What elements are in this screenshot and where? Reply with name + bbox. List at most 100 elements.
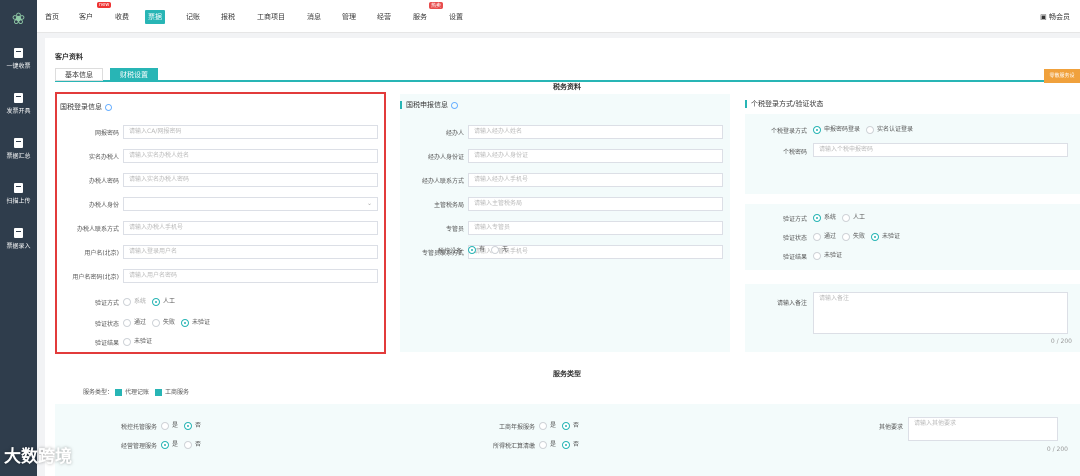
declare-input[interactable]: 请输入经办人姓名 xyxy=(468,125,723,139)
help-icon[interactable] xyxy=(105,103,112,111)
radio-option[interactable] xyxy=(152,297,161,306)
verify-result-value: 未验证 xyxy=(123,336,152,346)
login-label: 用户名密码(北京) xyxy=(72,274,119,281)
sidebar-item-scan-upload[interactable]: 扫描上传 xyxy=(0,171,37,216)
verify-method-label: 验证方式 xyxy=(94,300,119,307)
radio-option[interactable] xyxy=(539,421,547,430)
declare-input[interactable]: 请输入专管员 xyxy=(468,221,723,235)
tab-tax-settings[interactable]: 财税设置 xyxy=(110,68,158,81)
document-icon xyxy=(14,92,23,103)
income-tax-settlement-radio[interactable]: 是否 xyxy=(539,439,585,449)
login-input[interactable]: ⌄ xyxy=(123,197,378,211)
annual-report-service-radio[interactable]: 是否 xyxy=(539,420,585,430)
radio-option[interactable] xyxy=(161,421,169,430)
login-input[interactable]: 请输入实名办税人密码 xyxy=(123,173,378,187)
declare-input[interactable]: 请输入经办人身份证 xyxy=(468,149,723,163)
other-requirements-textarea[interactable]: 请输入其他要求 xyxy=(908,417,1058,441)
nav-home[interactable]: 首页 xyxy=(45,12,59,22)
radio-option[interactable] xyxy=(161,440,169,449)
radio-option[interactable] xyxy=(123,297,131,306)
watermark: 大数跨境 xyxy=(4,447,72,467)
app-logo[interactable]: ❀ xyxy=(0,0,37,36)
nav-services[interactable]: 服务 xyxy=(413,12,427,22)
radio-option[interactable] xyxy=(184,421,193,430)
nav-clients[interactable]: 客户 xyxy=(79,12,93,22)
radio-option[interactable] xyxy=(184,440,193,449)
personal-verify-status-radio[interactable]: 通过 失败 未验证 xyxy=(813,231,906,241)
sidebar-item-bill-entry[interactable]: 票据录入 xyxy=(0,216,37,261)
nav-messages[interactable]: 消息 xyxy=(307,12,321,22)
radio-option[interactable] xyxy=(152,318,161,327)
login-input[interactable]: 请输入用户名密码 xyxy=(123,269,378,283)
sidebar-item-invoice-issue[interactable]: 发票开具 xyxy=(0,81,37,126)
personal-password-label: 个税密码 xyxy=(782,149,807,156)
radio-option[interactable] xyxy=(562,421,571,430)
verify-status-radio[interactable]: 通过 失败 未验证 xyxy=(123,317,216,327)
personal-password-input[interactable]: 请输入个税申报密码 xyxy=(813,143,1068,157)
personal-panel-title: 个税登录方式/验证状态 xyxy=(745,99,823,109)
radio-option[interactable] xyxy=(842,232,851,241)
radio-option[interactable] xyxy=(871,232,880,241)
nav-bookkeeping[interactable]: 记账 xyxy=(186,12,200,22)
radio-option[interactable] xyxy=(866,125,875,134)
nav-bills[interactable]: 票据 xyxy=(145,10,165,24)
help-icon[interactable] xyxy=(451,101,458,109)
checkbox-bookkeeping[interactable] xyxy=(114,389,122,396)
declare-label: 专管员 xyxy=(445,226,464,233)
personal-verify-method-radio[interactable]: 系统 人工 xyxy=(813,212,871,222)
radio-option[interactable] xyxy=(491,245,500,254)
nav-operations[interactable]: 经营 xyxy=(377,12,391,22)
tax-section-title: 税务资料 xyxy=(553,83,581,91)
nav-tax[interactable]: 报税 xyxy=(221,12,235,22)
top-nav: 首页 客户 new 收费 票据 记账 报税 工商项目 消息 管理 经营 服务 热… xyxy=(37,0,1080,33)
tax-control-service-label: 税控托管服务 xyxy=(120,424,157,431)
radio-option[interactable] xyxy=(813,232,821,241)
briefcase-icon xyxy=(14,137,23,148)
login-input[interactable]: 请输入CA/网报密码 xyxy=(123,125,378,139)
income-tax-settlement-label: 所得税汇算清缴 xyxy=(492,443,535,450)
login-input[interactable]: 请输入办税人手机号 xyxy=(123,221,378,235)
nav-management[interactable]: 管理 xyxy=(342,12,356,22)
login-input[interactable]: 请输入实名办税人姓名 xyxy=(123,149,378,163)
radio-option[interactable] xyxy=(468,245,476,254)
personal-verify-status-label: 验证状态 xyxy=(782,235,807,242)
checkbox-business[interactable] xyxy=(154,389,162,396)
tax-device-radio[interactable]: 有无 xyxy=(468,244,514,254)
sidebar-item-bill-summary[interactable]: 票据汇总 xyxy=(0,126,37,171)
side-action-button[interactable]: 零散服务设 xyxy=(1044,69,1080,83)
verify-method-radio[interactable]: 系统 人工 xyxy=(123,296,181,306)
declare-input[interactable]: 请输入主管税务局 xyxy=(468,197,723,211)
printer-icon xyxy=(14,182,23,193)
tax-declare-panel: 国税申报信息 经办人 请输入经办人姓名 经办人身份证 请输入经办人身份证 经办人联系方式… xyxy=(400,94,730,352)
declare-panel-title: 国税申报信息 xyxy=(400,100,458,110)
tab-basic-info[interactable]: 基本信息 xyxy=(55,68,103,81)
tab-bar: 基本信息 财税设置 xyxy=(55,68,1080,82)
declare-input[interactable]: 请输入经办人手机号 xyxy=(468,173,723,187)
member-icon: ▣ xyxy=(1040,13,1049,21)
radio-option[interactable] xyxy=(813,125,821,134)
sidebar-item-quick-collect[interactable]: 一键收票 xyxy=(0,36,37,81)
radio-option[interactable] xyxy=(562,440,571,449)
tax-control-service-radio[interactable]: 是否 xyxy=(161,420,207,430)
nav-fees[interactable]: 收费 xyxy=(115,12,129,22)
radio-option[interactable] xyxy=(181,318,190,327)
remark-label: 请输入备注 xyxy=(776,300,807,307)
nav-settings[interactable]: 设置 xyxy=(449,12,463,22)
login-label: 用户名(北京) xyxy=(84,250,119,257)
personal-login-method-radio[interactable]: 申报密码登录 实名认证登录 xyxy=(813,124,919,134)
chevron-down-icon: ⌄ xyxy=(366,200,372,207)
login-label: 办税人身份 xyxy=(88,202,119,209)
login-input[interactable]: 请输入登录用户名 xyxy=(123,245,378,259)
radio-option[interactable] xyxy=(123,318,131,327)
service-type-group: 服务类型： 代理记账 工商服务 xyxy=(83,389,189,396)
radio-option[interactable] xyxy=(842,213,851,222)
user-menu[interactable]: ▣ 畅会员 xyxy=(1040,12,1070,22)
management-service-radio[interactable]: 是否 xyxy=(161,439,207,449)
nav-business-projects[interactable]: 工商项目 xyxy=(257,12,285,22)
declare-label: 主管税务局 xyxy=(433,202,464,209)
radio-option[interactable] xyxy=(813,213,821,222)
remark-textarea[interactable]: 请输入备注 xyxy=(813,292,1068,334)
remark-counter: 0 / 200 xyxy=(1050,338,1072,345)
edit-icon xyxy=(14,227,23,238)
radio-option[interactable] xyxy=(539,440,547,449)
